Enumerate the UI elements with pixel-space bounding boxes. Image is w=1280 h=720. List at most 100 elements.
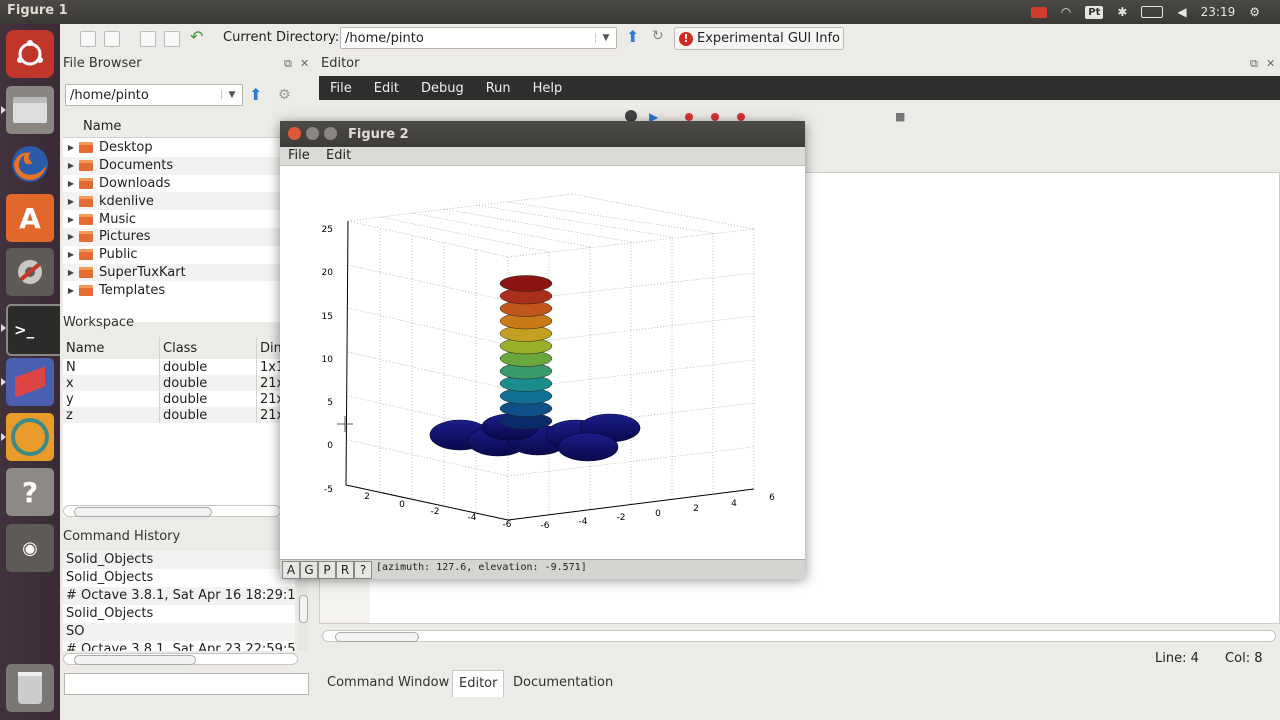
folder-row[interactable]: ▶ Music	[63, 210, 283, 228]
up-arrow-icon[interactable]: ⬆	[626, 27, 639, 46]
expand-icon[interactable]: ▶	[63, 215, 79, 224]
expand-icon[interactable]: ▶	[63, 161, 79, 170]
file-browser-path-combo[interactable]: /home/pinto ▼	[65, 84, 243, 106]
table-row[interactable]: z double 21x	[63, 407, 283, 423]
expand-icon[interactable]: ▶	[63, 179, 79, 188]
trash-icon[interactable]	[6, 664, 54, 712]
octave-icon[interactable]	[6, 413, 54, 461]
col-class[interactable]: Class	[159, 337, 257, 359]
grid-button[interactable]: G	[300, 561, 318, 579]
workspace-horizontal-scrollbar[interactable]	[63, 505, 281, 517]
autoscale-button[interactable]: A	[282, 561, 300, 579]
editor-menu-help[interactable]: Help	[522, 81, 574, 96]
record-icon[interactable]	[1030, 6, 1047, 18]
up-arrow-icon[interactable]: ⬆	[249, 85, 262, 104]
bluetooth-icon[interactable]: ✱	[1117, 5, 1127, 19]
breakpoint-icon[interactable]	[711, 113, 719, 121]
gear-icon[interactable]: ⚙	[278, 87, 291, 103]
copy-icon[interactable]	[140, 31, 156, 47]
history-filter-input[interactable]	[64, 673, 309, 695]
battery-icon[interactable]	[1141, 6, 1164, 18]
undock-icon[interactable]: ⧉	[1250, 57, 1258, 71]
scrollbar-thumb[interactable]	[74, 507, 212, 517]
editor-menu-debug[interactable]: Debug	[410, 81, 475, 96]
history-item[interactable]: Solid_Objects	[63, 605, 295, 623]
expand-icon[interactable]: ▶	[63, 232, 79, 241]
scrollbar-thumb[interactable]	[299, 595, 308, 623]
history-item[interactable]: # Octave 3.8.1, Sat Apr 23 22:59:55 2	[63, 641, 295, 651]
name-column-header[interactable]: Name	[63, 116, 283, 138]
maximize-window-icon[interactable]	[324, 127, 337, 140]
folder-row[interactable]: ▶ kdenlive	[63, 192, 283, 211]
editor-menu-file[interactable]: File	[319, 81, 363, 96]
expand-icon[interactable]: ▶	[63, 143, 79, 152]
breakpoint-icon[interactable]	[685, 113, 693, 121]
tab-command-window[interactable]: Command Window	[321, 670, 455, 696]
table-row[interactable]: x double 21x	[63, 375, 283, 391]
table-row[interactable]: y double 21x	[63, 391, 283, 407]
undock-icon[interactable]: ⧉	[284, 57, 292, 71]
breakpoint-icon[interactable]	[737, 113, 745, 121]
scrollbar-thumb[interactable]	[74, 655, 196, 665]
close-window-icon[interactable]	[288, 127, 301, 140]
expand-icon[interactable]: ▶	[63, 286, 79, 295]
ubuntu-dash-icon[interactable]	[6, 30, 54, 78]
folder-row[interactable]: ▶ Documents	[63, 156, 283, 175]
surface-plot[interactable]: 25 20 15 10 5 0 -5 6 4 2 0 -2 -4 -6 2 0 …	[280, 165, 805, 559]
expand-icon[interactable]: ▶	[63, 197, 79, 206]
terminal-icon[interactable]: >_	[6, 304, 64, 356]
current-directory-combo[interactable]: /home/pinto ▼	[340, 27, 617, 49]
stop-icon[interactable]: ■	[895, 110, 905, 123]
app-icon[interactable]	[6, 358, 54, 406]
figure-menu-edit[interactable]: Edit	[326, 148, 351, 163]
chevron-down-icon[interactable]: ▼	[595, 33, 616, 43]
expand-icon[interactable]: ▶	[63, 250, 79, 259]
files-icon[interactable]	[6, 86, 54, 134]
editor-horizontal-scrollbar[interactable]	[322, 630, 1276, 642]
tab-editor[interactable]: Editor	[452, 670, 505, 697]
tab-documentation[interactable]: Documentation	[507, 670, 619, 696]
volume-icon[interactable]: ◀	[1177, 5, 1186, 19]
folder-row[interactable]: ▶ Public	[63, 245, 283, 264]
firefox-icon[interactable]	[6, 140, 54, 188]
figure-2-titlebar[interactable]: Figure 2	[280, 121, 805, 147]
experimental-gui-info-button[interactable]: ! Experimental GUI Info	[674, 27, 844, 50]
history-item[interactable]: Solid_Objects	[63, 551, 295, 569]
help-button[interactable]: ?	[354, 561, 372, 579]
help-icon[interactable]: ?	[6, 468, 54, 516]
settings-gear-icon[interactable]: ⚙	[1249, 5, 1260, 19]
figure-menu-file[interactable]: File	[288, 148, 310, 163]
scrollbar-thumb[interactable]	[335, 632, 419, 642]
folder-row[interactable]: ▶ Desktop	[63, 139, 283, 157]
open-file-icon[interactable]	[104, 31, 120, 47]
close-icon[interactable]: ✕	[300, 57, 309, 70]
gimp-icon[interactable]: ◉	[6, 524, 54, 572]
undo-icon[interactable]: ↶	[190, 27, 203, 46]
folder-row[interactable]: ▶ Pictures	[63, 227, 283, 246]
software-center-icon[interactable]: A	[6, 194, 54, 242]
close-icon[interactable]: ✕	[1266, 57, 1275, 70]
history-item[interactable]: # Octave 3.8.1, Sat Apr 16 18:29:10 2	[63, 587, 295, 605]
pan-button[interactable]: P	[318, 561, 336, 579]
folder-row[interactable]: ▶ Templates	[63, 281, 283, 300]
paste-icon[interactable]	[164, 31, 180, 47]
table-row[interactable]: Ndouble 1x1	[63, 359, 283, 375]
folder-row[interactable]: ▶ Downloads	[63, 174, 283, 193]
rotate-button[interactable]: R	[336, 561, 354, 579]
browse-icon[interactable]: ↻	[652, 28, 664, 44]
keyboard-layout-icon[interactable]: Pt	[1085, 5, 1104, 19]
history-item[interactable]: SO	[63, 623, 295, 641]
history-horizontal-scrollbar[interactable]	[63, 653, 298, 665]
new-file-icon[interactable]	[80, 31, 96, 47]
clock[interactable]: 23:19	[1201, 5, 1236, 19]
minimize-window-icon[interactable]	[306, 127, 319, 140]
history-item[interactable]: Solid_Objects	[63, 569, 295, 587]
wifi-icon[interactable]: ◠	[1061, 5, 1071, 19]
chevron-down-icon[interactable]: ▼	[221, 90, 242, 100]
editor-menu-edit[interactable]: Edit	[363, 81, 410, 96]
folder-row[interactable]: ▶ SuperTuxKart	[63, 263, 283, 282]
system-settings-icon[interactable]	[6, 248, 54, 296]
col-name[interactable]: Name	[63, 337, 160, 359]
expand-icon[interactable]: ▶	[63, 268, 79, 277]
editor-menu-run[interactable]: Run	[475, 81, 522, 96]
